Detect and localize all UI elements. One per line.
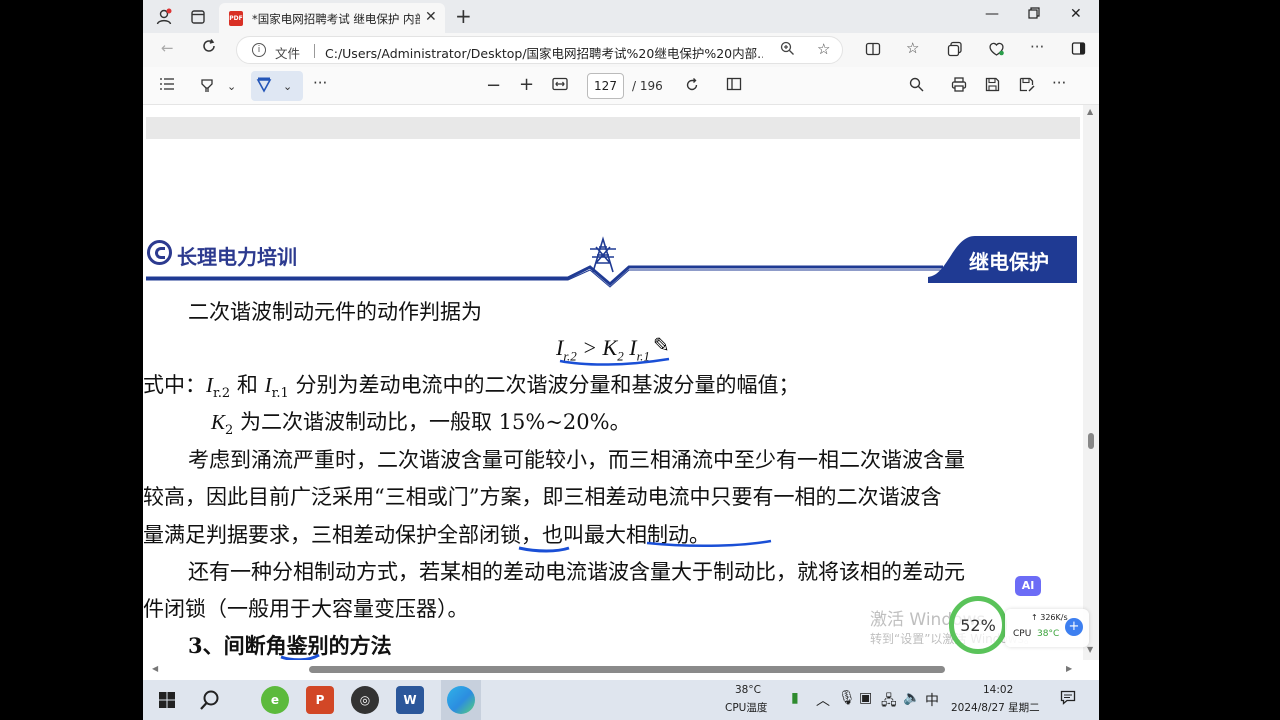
restore-icon[interactable] xyxy=(1027,6,1041,24)
draw-dropdown-icon[interactable]: ⌄ xyxy=(283,80,292,93)
company-logo xyxy=(147,240,172,265)
network-icon[interactable]: 🖧 xyxy=(881,690,897,714)
text-line: K2 为二次谐波制动比，一般取 15%~20%。 xyxy=(211,410,631,439)
microphone-icon[interactable]: 🎙 xyxy=(838,690,856,706)
url-text[interactable]: C:/Users/Administrator/Desktop/国家电网招聘考试%… xyxy=(325,43,763,62)
cpu-label: CPU xyxy=(1013,629,1032,639)
pdf-more-icon[interactable]: ··· xyxy=(313,74,327,92)
collections-icon[interactable] xyxy=(947,41,963,61)
zoom-in-icon[interactable]: + xyxy=(519,74,534,95)
favorites-icon[interactable]: ☆ xyxy=(906,39,919,57)
ai-badge[interactable]: AI xyxy=(1015,576,1041,596)
widget-add-button[interactable]: + xyxy=(1065,618,1083,636)
edge-icon[interactable] xyxy=(447,686,475,714)
powerpoint-icon[interactable]: P xyxy=(306,686,334,714)
power-tower-icon xyxy=(590,236,616,273)
text-line: 还有一种分相制动方式，若某相的差动电流谐波含量大于制动比，就将该相的差动元 xyxy=(188,560,965,584)
horizontal-scrollbar[interactable]: ◀ ▶ xyxy=(143,660,1083,680)
address-bar: ← i 文件 C:/Users/Administrator/Desktop/国家… xyxy=(143,33,1099,67)
scroll-down-icon[interactable]: ▼ xyxy=(1087,645,1093,654)
draw-icon[interactable] xyxy=(256,77,272,97)
pdf-overflow-icon[interactable]: ··· xyxy=(1052,74,1066,92)
cpu-usage-widget[interactable]: 52% xyxy=(949,596,1007,654)
highlight-icon[interactable] xyxy=(199,77,215,97)
text-line: 件闭锁（一般用于大容量变压器）。 xyxy=(143,597,469,621)
save-icon[interactable] xyxy=(985,77,1000,96)
title-bar: PDF *国家电网招聘考试 继电保护 内部 ✕ + — ✕ xyxy=(143,0,1099,33)
horizontal-scroll-thumb[interactable] xyxy=(309,666,945,673)
file-scheme-label: 文件 xyxy=(275,46,301,61)
pdf-icon: PDF xyxy=(229,11,243,26)
tab-active[interactable]: PDF *国家电网招聘考试 继电保护 内部 ✕ xyxy=(219,3,445,33)
tab-close-button[interactable]: ✕ xyxy=(425,9,437,25)
show-hidden-icons-icon[interactable]: ︿ xyxy=(816,690,830,710)
scroll-up-icon[interactable]: ▲ xyxy=(1087,107,1093,116)
360-browser-icon[interactable]: e xyxy=(261,686,289,714)
fit-page-icon[interactable] xyxy=(552,77,568,95)
highlight-dropdown-icon[interactable]: ⌄ xyxy=(227,80,236,93)
url-box[interactable]: i 文件 C:/Users/Administrator/Desktop/国家电网… xyxy=(236,36,843,64)
cpu-usage-value: 52% xyxy=(960,615,996,635)
page-total: / 196 xyxy=(632,79,663,93)
section-banner: 继电保护 xyxy=(969,250,1049,274)
minimize-icon[interactable]: — xyxy=(985,6,999,22)
rotate-icon[interactable] xyxy=(684,77,700,97)
pen-cursor-icon: ✎ xyxy=(653,333,670,357)
favorite-star-icon[interactable]: ☆ xyxy=(817,40,830,58)
cpu-temperature: 38°C xyxy=(1037,629,1060,639)
pdf-toolbar: ⌄ ⌄ ··· − + 127 / 196 ··· xyxy=(143,67,1099,105)
start-icon[interactable] xyxy=(153,686,181,714)
text-line: 二次谐波制动元件的动作判据为 xyxy=(188,300,482,324)
tab-title: *国家电网招聘考试 继电保护 内部 xyxy=(252,12,420,26)
text-line: 较高，因此目前广泛采用“三相或门”方案，即三相差动电流中只要有一相的二次谐波含 xyxy=(143,485,942,509)
scroll-right-icon[interactable]: ▶ xyxy=(1066,664,1072,673)
battery-icon[interactable]: ▮ xyxy=(791,690,799,706)
contents-icon[interactable] xyxy=(159,77,175,95)
upload-speed: ↑ 326K/s xyxy=(1031,613,1068,622)
volume-icon[interactable]: 🔈 xyxy=(903,690,920,706)
zoom-icon[interactable] xyxy=(780,41,795,60)
screen-icon[interactable]: ▣ xyxy=(859,690,872,706)
notification-icon[interactable] xyxy=(1060,690,1076,709)
more-menu-icon[interactable]: ··· xyxy=(1030,38,1044,56)
vertical-scroll-thumb[interactable] xyxy=(1088,433,1094,449)
page-number-input[interactable]: 127 xyxy=(587,73,624,99)
taskbar: e P ◎ W 38°C CPU温度 ▮ ︿ 🎙 ▣ 🖧 🔈 中 14:02 2… xyxy=(143,680,1099,720)
profile-icon[interactable] xyxy=(153,6,175,28)
browser-essentials-icon[interactable] xyxy=(988,41,1005,61)
tab-actions-icon[interactable] xyxy=(187,6,209,28)
find-icon[interactable] xyxy=(909,77,924,96)
pdf-viewport[interactable]: 长理电力培训 继电保护 二次谐波制动元件的动作判据为 Ir.2 > K2 Ir.… xyxy=(143,105,1083,660)
previous-page-edge xyxy=(146,117,1080,139)
word-icon[interactable]: W xyxy=(396,686,424,714)
ime-indicator[interactable]: 中 xyxy=(925,690,939,710)
company-name: 长理电力培训 xyxy=(177,245,297,269)
text-line: 考虑到涌流严重时，二次谐波含量可能较小，而三相涌流中至少有一相二次谐波含量 xyxy=(188,448,965,472)
clock-date[interactable]: 2024/8/27 星期二 xyxy=(951,700,1040,715)
text-line: 式中：Ir.2 和 Ir.1 分别为差动电流中的二次谐波分量和基波分量的幅值； xyxy=(143,373,800,402)
split-screen-icon[interactable] xyxy=(865,41,881,61)
browser-window: PDF *国家电网招聘考试 继电保护 内部 ✕ + — ✕ ← i 文件 C:/… xyxy=(143,0,1099,720)
new-tab-button[interactable]: + xyxy=(455,4,472,28)
scroll-left-icon[interactable]: ◀ xyxy=(152,664,158,673)
cpu-temp-value: 38°C xyxy=(735,684,761,696)
save-as-icon[interactable] xyxy=(1019,77,1035,96)
obs-icon[interactable]: ◎ xyxy=(351,686,379,714)
back-icon[interactable]: ← xyxy=(161,39,174,57)
clock-time[interactable]: 14:02 xyxy=(983,684,1013,696)
sidebar-toggle-icon[interactable] xyxy=(1071,41,1086,60)
vertical-scrollbar[interactable]: ▲ ▼ xyxy=(1083,105,1099,660)
ink-underline-heading xyxy=(280,653,320,660)
address-separator xyxy=(314,44,315,58)
zoom-out-icon[interactable]: − xyxy=(486,75,501,96)
close-window-icon[interactable]: ✕ xyxy=(1070,6,1082,22)
refresh-icon[interactable] xyxy=(201,38,217,58)
search-icon[interactable] xyxy=(196,686,224,714)
info-icon[interactable]: i xyxy=(252,43,266,57)
print-icon[interactable] xyxy=(951,77,967,96)
cpu-temp-label: CPU温度 xyxy=(725,702,768,714)
page-view-icon[interactable] xyxy=(726,77,742,95)
